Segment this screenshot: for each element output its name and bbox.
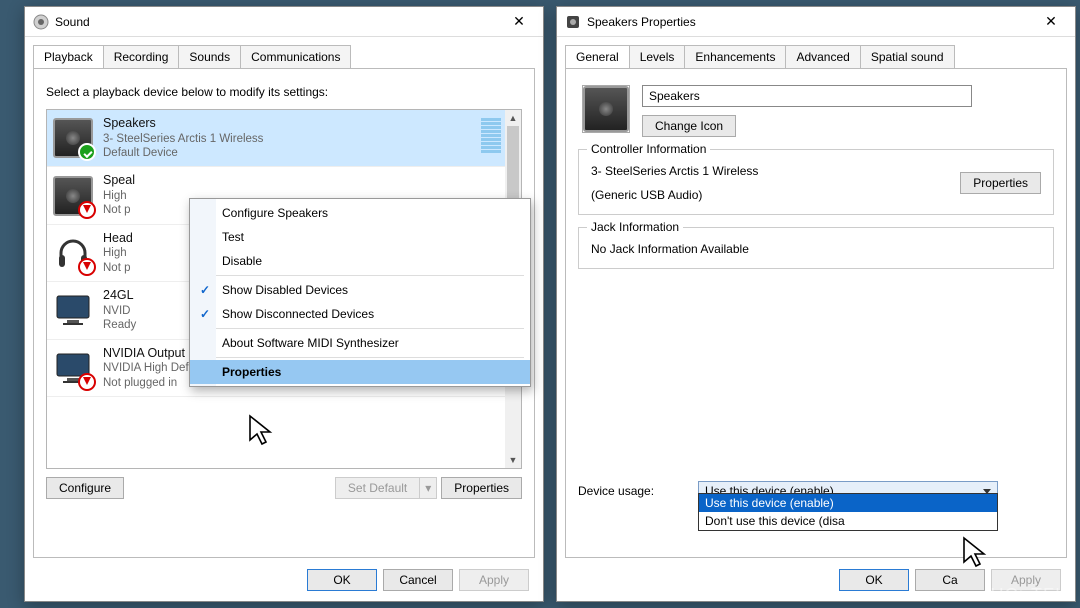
speaker-icon	[53, 176, 93, 216]
instruction-text: Select a playback device below to modify…	[46, 85, 522, 99]
set-default-button[interactable]: Set Default	[335, 477, 420, 499]
menu-disable[interactable]: Disable	[190, 249, 530, 273]
unplugged-badge-icon	[78, 201, 96, 219]
close-icon[interactable]: ✕	[1031, 8, 1071, 36]
properties-button[interactable]: Properties	[441, 477, 522, 499]
tab-recording[interactable]: Recording	[103, 45, 180, 68]
menu-properties[interactable]: Properties	[190, 360, 530, 384]
tab-general[interactable]: General	[565, 45, 630, 68]
device-large-icon	[582, 85, 630, 133]
controller-driver: (Generic USB Audio)	[591, 188, 758, 202]
menu-about-midi[interactable]: About Software MIDI Synthesizer	[190, 331, 530, 355]
tab-strip: General Levels Enhancements Advanced Spa…	[557, 37, 1075, 68]
dialog-title: Sound	[55, 15, 499, 29]
sound-dialog: Sound ✕ Playback Recording Sounds Commun…	[24, 6, 544, 602]
speakers-properties-dialog: Speakers Properties ✕ General Levels Enh…	[556, 6, 1076, 602]
configure-button[interactable]: Configure	[46, 477, 124, 499]
device-status: Default Device	[103, 146, 263, 160]
monitor-icon	[53, 290, 93, 330]
watermark: UG>TFIX	[990, 585, 1074, 606]
jack-info-group: Jack Information No Jack Information Ava…	[578, 227, 1054, 269]
tab-communications[interactable]: Communications	[240, 45, 351, 68]
sound-icon	[33, 14, 49, 30]
device-name: Speakers	[103, 116, 263, 132]
change-icon-button[interactable]: Change Icon	[642, 115, 736, 137]
default-badge-icon	[78, 143, 96, 161]
group-legend: Controller Information	[587, 142, 710, 156]
tab-levels[interactable]: Levels	[629, 45, 686, 68]
tab-sounds[interactable]: Sounds	[178, 45, 241, 68]
apply-button[interactable]: Apply	[459, 569, 529, 591]
cancel-button[interactable]: Ca	[915, 569, 985, 591]
menu-configure-speakers[interactable]: Configure Speakers	[190, 201, 530, 225]
tab-strip: Playback Recording Sounds Communications	[25, 37, 543, 68]
scroll-down-icon[interactable]: ▼	[505, 452, 521, 468]
menu-show-disconnected[interactable]: Show Disconnected Devices	[190, 302, 530, 326]
controller-properties-button[interactable]: Properties	[960, 172, 1041, 194]
general-panel: Change Icon Controller Information 3- St…	[565, 68, 1067, 558]
controller-info-group: Controller Information 3- SteelSeries Ar…	[578, 149, 1054, 215]
set-default-dropdown-button[interactable]: ▾	[420, 477, 437, 499]
close-icon[interactable]: ✕	[499, 8, 539, 36]
controller-name: 3- SteelSeries Arctis 1 Wireless	[591, 164, 758, 178]
device-desc: 3- SteelSeries Arctis 1 Wireless	[103, 132, 263, 146]
speaker-icon	[53, 118, 93, 158]
monitor-icon	[53, 348, 93, 388]
scroll-up-icon[interactable]: ▲	[505, 110, 521, 126]
titlebar[interactable]: Speakers Properties ✕	[557, 7, 1075, 37]
menu-separator	[196, 357, 524, 358]
speaker-icon	[565, 14, 581, 30]
titlebar[interactable]: Sound ✕	[25, 7, 543, 37]
menu-separator	[196, 275, 524, 276]
device-usage-label: Device usage:	[578, 484, 698, 498]
menu-show-disabled[interactable]: Show Disabled Devices	[190, 278, 530, 302]
dropdown-option-disable[interactable]: Don't use this device (disa	[699, 512, 997, 530]
jack-info-text: No Jack Information Available	[591, 242, 1041, 256]
ok-button[interactable]: OK	[307, 569, 377, 591]
headphones-icon	[53, 233, 93, 273]
unplugged-badge-icon	[78, 258, 96, 276]
menu-separator	[196, 328, 524, 329]
tab-enhancements[interactable]: Enhancements	[684, 45, 786, 68]
menu-test[interactable]: Test	[190, 225, 530, 249]
dialog-title: Speakers Properties	[587, 15, 1031, 29]
tab-playback[interactable]: Playback	[33, 45, 104, 68]
context-menu: Configure Speakers Test Disable Show Dis…	[189, 198, 531, 387]
list-item[interactable]: Speakers 3- SteelSeries Arctis 1 Wireles…	[47, 110, 521, 167]
tab-advanced[interactable]: Advanced	[785, 45, 860, 68]
dropdown-option-enable[interactable]: Use this device (enable)	[699, 494, 997, 512]
device-usage-dropdown: Use this device (enable) Don't use this …	[698, 493, 998, 531]
cancel-button[interactable]: Cancel	[383, 569, 453, 591]
tab-spatial-sound[interactable]: Spatial sound	[860, 45, 955, 68]
unplugged-badge-icon	[78, 373, 96, 391]
group-legend: Jack Information	[587, 220, 683, 234]
device-name-input[interactable]	[642, 85, 972, 107]
vu-meter-icon	[481, 118, 501, 153]
ok-button[interactable]: OK	[839, 569, 909, 591]
